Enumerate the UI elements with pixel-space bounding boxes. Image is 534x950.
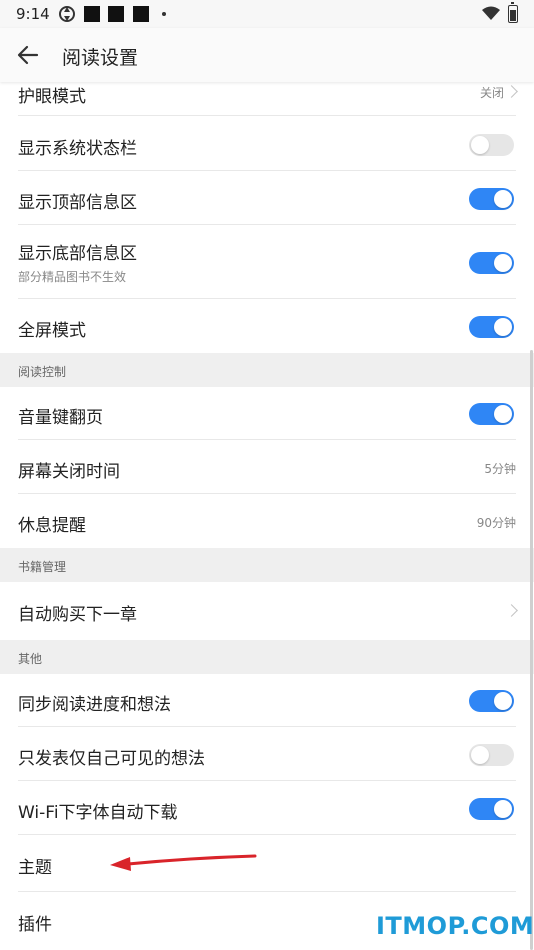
divider	[18, 170, 516, 171]
row-top-info[interactable]: 显示顶部信息区	[0, 172, 534, 225]
row-private-thoughts[interactable]: 只发表仅自己可见的想法	[0, 728, 534, 781]
row-volume-page-turn[interactable]: 音量键翻页	[0, 387, 534, 440]
row-label: Wi-Fi下字体自动下载	[18, 803, 178, 823]
divider	[18, 224, 516, 225]
row-rest-reminder[interactable]: 休息提醒 90分钟	[0, 495, 534, 548]
divider	[18, 493, 516, 494]
annotation-arrow-icon	[110, 854, 257, 871]
row-theme[interactable]: 主题	[0, 836, 534, 892]
row-sublabel: 部分精品图书不生效	[18, 270, 127, 284]
row-value: 5分钟	[484, 462, 516, 476]
section-title: 阅读控制	[18, 365, 67, 379]
bottom-info-toggle[interactable]	[469, 252, 514, 274]
top-info-toggle[interactable]	[469, 188, 514, 210]
private-thoughts-toggle[interactable]	[469, 744, 514, 766]
wifi-font-download-toggle[interactable]	[469, 798, 514, 820]
notification-icon	[108, 6, 124, 22]
section-title: 其他	[18, 652, 43, 666]
system-statusbar-toggle[interactable]	[469, 134, 514, 156]
wifi-icon	[482, 6, 500, 20]
row-fullscreen[interactable]: 全屏模式	[0, 300, 534, 353]
row-label: 只发表仅自己可见的想法	[18, 749, 205, 769]
scrollbar[interactable]	[530, 350, 533, 950]
divider	[18, 298, 516, 299]
back-arrow-icon[interactable]	[14, 41, 42, 69]
section-title: 书籍管理	[18, 560, 67, 574]
chevron-right-icon	[505, 604, 518, 617]
row-wifi-font-download[interactable]: Wi-Fi下字体自动下载	[0, 782, 534, 835]
row-label: 显示顶部信息区	[18, 193, 137, 213]
divider	[18, 115, 516, 116]
section-header-other: 其他	[0, 640, 534, 674]
row-bottom-info[interactable]: 显示底部信息区 部分精品图书不生效	[0, 226, 534, 299]
row-label: 自动购买下一章	[18, 605, 137, 625]
row-system-statusbar[interactable]: 显示系统状态栏	[0, 118, 534, 171]
fullscreen-toggle[interactable]	[469, 316, 514, 338]
row-eye-care[interactable]: 护眼模式 关闭	[0, 82, 534, 116]
divider	[18, 780, 516, 781]
battery-icon	[508, 2, 518, 23]
watermark: ITMOP.COM	[376, 912, 534, 940]
notification-icon	[133, 6, 149, 22]
chevron-right-icon	[505, 85, 518, 98]
divider	[18, 726, 516, 727]
row-value: 90分钟	[476, 516, 516, 530]
row-label: 显示底部信息区	[18, 244, 137, 264]
row-label: 插件	[18, 915, 52, 935]
row-label: 休息提醒	[18, 516, 86, 536]
app-bar: 阅读设置	[0, 28, 534, 82]
row-label: 屏幕关闭时间	[18, 462, 120, 482]
row-label: 护眼模式	[18, 87, 86, 107]
row-screen-timeout[interactable]: 屏幕关闭时间 5分钟	[0, 441, 534, 494]
status-time: 9:14	[16, 5, 50, 23]
row-label: 音量键翻页	[18, 408, 103, 428]
divider	[18, 834, 516, 835]
divider	[18, 439, 516, 440]
status-bar: 9:14	[0, 0, 534, 28]
divider	[18, 891, 516, 892]
row-label: 主题	[18, 858, 52, 878]
volume-page-turn-toggle[interactable]	[469, 403, 514, 425]
row-sync-progress[interactable]: 同步阅读进度和想法	[0, 674, 534, 727]
row-label: 显示系统状态栏	[18, 139, 137, 159]
row-value: 关闭	[479, 86, 504, 100]
more-notifications-icon	[162, 12, 166, 16]
sync-progress-toggle[interactable]	[469, 690, 514, 712]
sync-icon	[59, 6, 75, 22]
section-header-reading: 阅读控制	[0, 353, 534, 387]
row-label: 同步阅读进度和想法	[18, 695, 171, 715]
section-header-books: 书籍管理	[0, 548, 534, 582]
notification-icon	[84, 6, 100, 22]
row-auto-buy[interactable]: 自动购买下一章	[0, 582, 534, 640]
page-title: 阅读设置	[62, 47, 139, 69]
row-label: 全屏模式	[18, 321, 86, 341]
